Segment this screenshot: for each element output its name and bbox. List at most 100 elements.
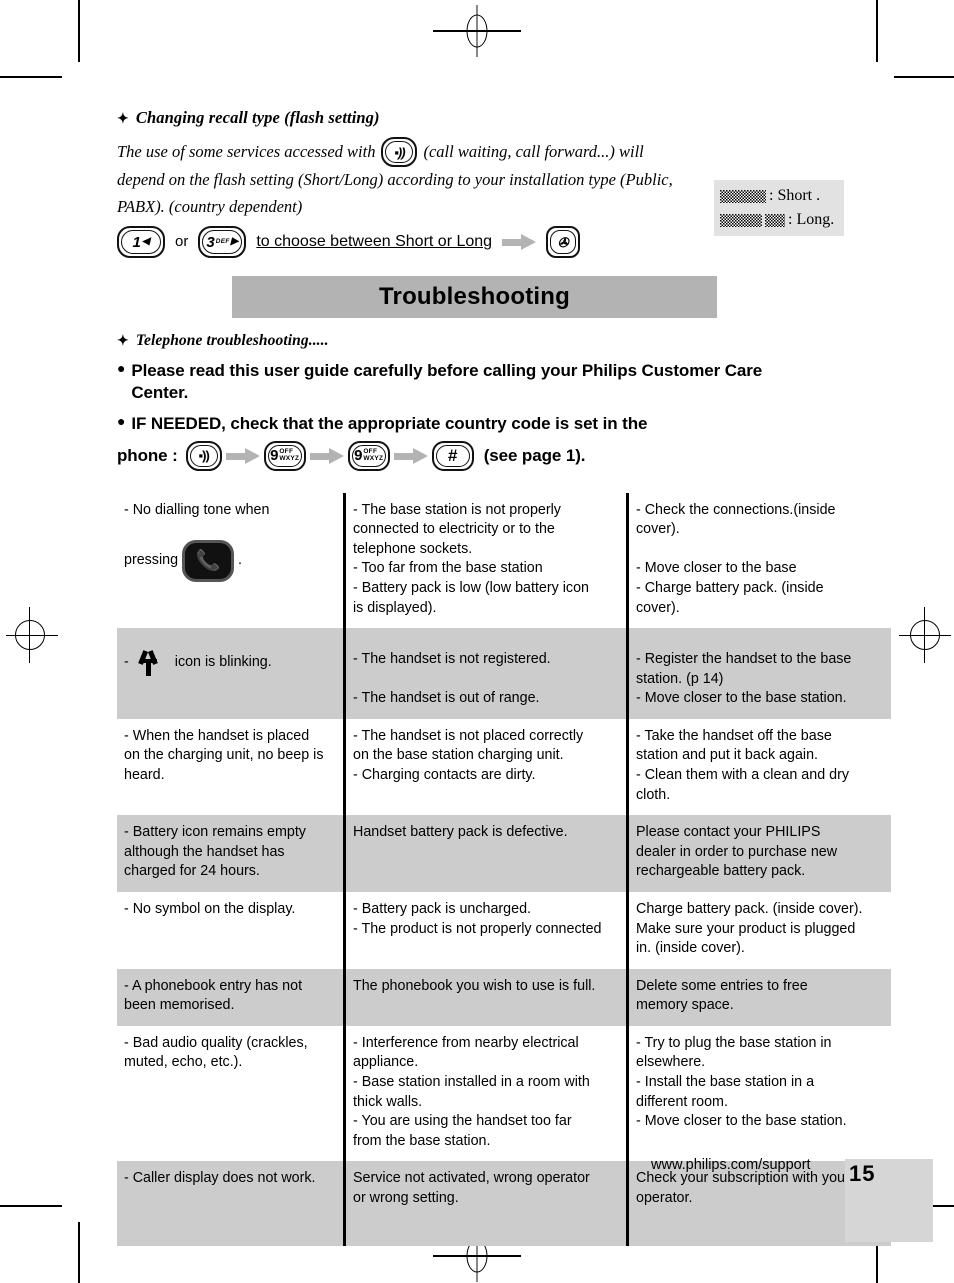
intro-line-3: PABX). (country dependent) (117, 196, 303, 216)
solution-line: Delete some entries to free (636, 977, 808, 994)
seq-key-9-second-digit: 9 (354, 447, 363, 465)
solution-line: - Register the handset to the base (636, 651, 852, 668)
seq-key-hash-icon: # (431, 440, 474, 471)
seq-key-9-second-glyph: 9 OFF WXYZ (354, 448, 383, 463)
cause-line: or wrong setting. (353, 1189, 459, 1206)
problem-dash: - (124, 654, 129, 671)
seq-key-9-first-digit: 9 (270, 447, 279, 465)
key-3-digit: 3 (206, 233, 215, 251)
solution-line: - Clean them with a clean and dry (636, 767, 849, 784)
recall-key-glyph: ▪)) (394, 144, 405, 160)
problem-blink-label: icon is blinking. (174, 654, 272, 671)
solution-line: elsewhere. (636, 1054, 706, 1071)
cause-cell: Handset battery pack is defective. (343, 815, 629, 892)
solution-cell: Charge battery pack. (inside cover). Mak… (628, 892, 892, 969)
crop-mark-top-left-horizontal (0, 76, 62, 78)
cause-line: - The base station is not properly (353, 501, 561, 518)
cause-cell: - The handset is not placed correctly on… (343, 718, 629, 816)
table-row: - No dialling tone when pressing 📞 . - T… (117, 492, 891, 629)
cause-line: appliance. (353, 1054, 419, 1071)
key-1-digit: 1 (132, 233, 141, 251)
footer-url: www.philips.com/support (651, 1157, 811, 1173)
cause-line: - Base station installed in a room with (353, 1073, 590, 1090)
solution-cell: - Take the handset off the base station … (628, 719, 892, 815)
key-3-stack: 3 DEF (206, 235, 229, 250)
cause-cell: The phonebook you wish to use is full. (343, 968, 629, 1026)
solution-line: station and put it back again. (636, 747, 819, 764)
key-3-def-icon: 3 DEF ▶ (198, 226, 247, 259)
table-row: - Caller display does not work. Service … (117, 1161, 891, 1247)
country-code-key-sequence: phone : ▪)) 9 OFF WXYZ 9 OFF WXYZ # (see… (117, 440, 843, 471)
solution-line: Please contact your PHILIPS (636, 824, 821, 841)
cause-line: Service not activated, wrong operator (353, 1170, 590, 1187)
cause-line: on the base station charging unit. (353, 747, 564, 764)
seq-key-hash-glyph: # (448, 446, 458, 466)
crop-mark-top-right-vertical (876, 0, 878, 62)
crop-mark-bottom-left-horizontal (0, 1205, 62, 1207)
seq-recall-key-icon: ▪)) (185, 440, 222, 471)
problem-line: - Bad audio quality (crackles, (124, 1034, 308, 1051)
problem-spacer (124, 520, 336, 540)
cause-line: - Battery pack is low (low battery icon (353, 580, 589, 596)
problem-line: heard. (124, 767, 165, 784)
cause-line: - Interference from nearby electrical (353, 1034, 579, 1051)
crop-mark-top-right-horizontal (894, 76, 954, 78)
table-row: - Battery icon remains empty although th… (117, 815, 891, 892)
solution-line: - Charge battery pack. (inside (636, 580, 824, 596)
problem-line: although the handset has (124, 843, 285, 860)
problem-line: - Battery icon remains empty (124, 824, 306, 841)
telephone-troubleshooting-text: Telephone troubleshooting..... (135, 332, 329, 350)
solution-line: different room. (636, 1093, 728, 1110)
key-3-right-arrow-icon: ▶ (230, 236, 239, 248)
antenna-icon (137, 650, 159, 677)
table-row: - When the handset is placed on the char… (117, 718, 892, 816)
problem-cell: - icon is blinking. (117, 628, 345, 719)
seq-key-9-first-letters: WXYZ (279, 454, 300, 462)
table-row: - A phonebook entry has not been memoris… (117, 968, 891, 1026)
cause-cell: - Battery pack is uncharged. - The produ… (343, 891, 629, 969)
problem-line: been memorised. (124, 997, 235, 1014)
bullet-dot-icon-2: ● (117, 412, 126, 429)
problem-inline: - icon is blinking. (124, 650, 336, 677)
section-heading-recall-type: ✦ Changing recall type (flash setting) (117, 108, 843, 128)
validate-key-glyph: ✇ (557, 234, 569, 250)
solution-line: - Check the connections.(inside (636, 501, 836, 518)
seq-key-9-first-glyph: 9 OFF WXYZ (270, 448, 299, 463)
banner-title-text: Troubleshooting (379, 283, 570, 311)
solution-line: - Move closer to the base station. (636, 690, 847, 707)
intro-text-1a: The use of some services accessed with (117, 141, 376, 161)
troubleshooting-table: - No dialling tone when pressing 📞 . - T… (117, 492, 892, 1247)
cause-cell: - The base station is not properly conne… (343, 492, 629, 629)
crop-mark-bottom-left-vertical (78, 1222, 80, 1283)
solution-spacer (636, 540, 884, 560)
key-1-icon: 1 ◀ (117, 226, 165, 259)
step-or-label: or (175, 233, 189, 251)
solution-cell: - Register the handset to the base stati… (627, 628, 891, 719)
problem-cell: - When the handset is placed on the char… (117, 719, 345, 815)
solution-line: Charge battery pack. (inside cover). (636, 900, 863, 917)
solution-line: memory space. (636, 997, 734, 1014)
diamond-bullet-icon-2: ✦ (117, 334, 129, 350)
talk-key-icon: 📞 (182, 539, 235, 582)
problem-line: - When the handset is placed (124, 727, 310, 744)
seq-key-9-first-sub: OFF WXYZ (279, 448, 300, 463)
cause-cell: Service not activated, wrong operator or… (343, 1161, 629, 1247)
arrow-right-icon (502, 234, 537, 251)
solution-line: - Move closer to the base station. (636, 1113, 847, 1130)
solution-line: cloth. (636, 786, 671, 803)
notice-read-guide: ● Please read this user guide carefully … (117, 360, 843, 404)
cause-line: The phonebook you wish to use is full. (353, 977, 596, 994)
problem-cell: - A phonebook entry has not been memoris… (117, 968, 345, 1026)
troubleshooting-table-body: - No dialling tone when pressing 📞 . - T… (117, 492, 892, 1247)
problem-line: charged for 24 hours. (124, 863, 260, 880)
solution-cell: - Try to plug the base station in elsewh… (628, 1026, 892, 1161)
diamond-bullet-icon: ✦ (117, 112, 129, 127)
intro-text-1b: (call waiting, call forward...) will (423, 141, 644, 161)
key-sequence-suffix: (see page 1). (483, 445, 586, 465)
cause-line: - The product is not properly connected (353, 920, 602, 937)
solution-cell: Please contact your PHILIPS dealer in or… (627, 815, 891, 892)
registration-mark-left (6, 607, 58, 663)
key-1-left-arrow-icon: ◀ (141, 236, 150, 248)
step-instruction-text: to choose between Short or Long (256, 233, 493, 251)
cause-line: - The handset is not placed correctly (353, 727, 584, 744)
